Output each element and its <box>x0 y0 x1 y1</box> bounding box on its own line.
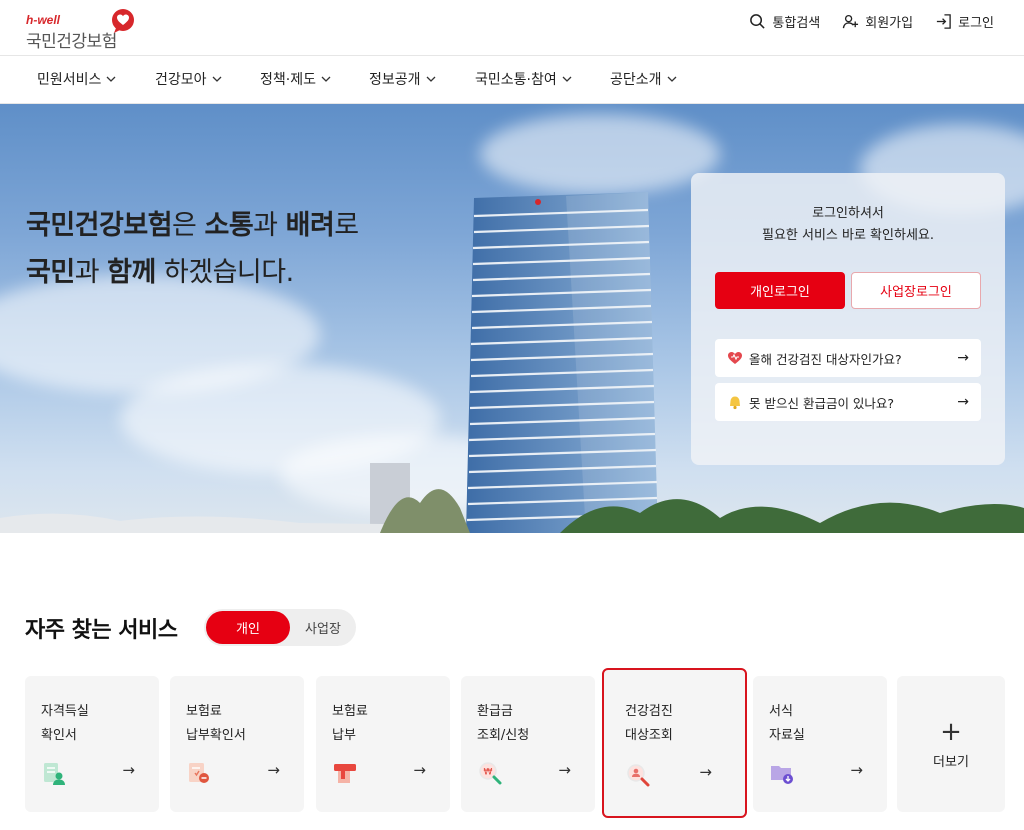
heart-logo-icon <box>112 9 134 33</box>
personal-login-button[interactable]: 개인로그인 <box>715 272 845 309</box>
nav-label: 정보공개 <box>369 72 421 88</box>
service-type-toggle: 개인 사업장 <box>204 609 356 646</box>
nav-item-about[interactable]: 공단소개 <box>610 69 677 89</box>
signup-label: 회원가입 <box>865 16 914 31</box>
unified-search-link[interactable]: 통합검색 <box>749 12 820 31</box>
nav-item-health-moa[interactable]: 건강모아 <box>155 69 222 89</box>
chevron-down-icon <box>106 76 116 82</box>
bell-icon <box>730 396 740 410</box>
frequent-services-title: 자주 찾는 서비스 <box>25 618 178 643</box>
nav-label: 공단소개 <box>610 72 662 88</box>
chevron-down-icon <box>667 76 676 82</box>
service-card-qualification-certificate[interactable]: 자격득실 확인서 → <box>25 676 159 812</box>
nav-label: 민원서비스 <box>37 72 102 88</box>
arrow-right-icon: → <box>699 763 712 781</box>
receipt-icon <box>189 763 209 783</box>
hero-text: 로 <box>334 210 359 241</box>
login-message: 로그인하셔서 필요한 서비스 바로 확인하세요. <box>691 203 1005 247</box>
search-icon <box>750 14 766 29</box>
arrow-right-icon: → <box>122 761 135 779</box>
hero-text-bold: 함께 <box>107 257 156 288</box>
service-card-premium-payment[interactable]: 보험료 납부 → <box>316 676 450 812</box>
service-card-label: 보험료 납부확인서 <box>186 704 246 743</box>
user-add-icon <box>843 14 859 29</box>
hero-text-bold: 소통 <box>204 210 254 241</box>
service-card-refund-inquiry[interactable]: 환급금 조회/신청 ₩ → <box>461 676 595 812</box>
hero-text: 은 <box>172 210 205 241</box>
chevron-down-icon <box>212 76 221 82</box>
service-card-forms-library[interactable]: 서식 자료실 → <box>753 676 887 812</box>
chevron-down-icon <box>426 76 435 82</box>
hero-headline: 국민건강보험은 소통과 배려로 국민과 함께 하겠습니다. <box>26 202 359 296</box>
tab-personal[interactable]: 개인 <box>206 611 290 644</box>
arrow-right-icon: → <box>267 761 280 779</box>
main-nav: 민원서비스 건강모아 정책·제도 정보공개 국민소통·참여 공단소개 <box>0 55 1024 104</box>
login-link[interactable]: 로그인 <box>935 12 994 31</box>
service-card-checkup-inquiry[interactable]: 건강검진 대상조회 → <box>602 668 747 818</box>
trees-foreground <box>0 463 1024 533</box>
checkup-eligibility-label: 올해 건강검진 대상자인가요? <box>749 351 902 367</box>
cloud <box>480 114 720 194</box>
chevron-down-icon <box>321 76 331 82</box>
heart-icon <box>728 352 742 364</box>
logo-en: h-well <box>26 13 61 27</box>
nav-item-civil-service[interactable]: 민원서비스 <box>37 69 116 89</box>
checkup-search-icon <box>627 764 650 787</box>
hero-text-bold: 국민건강보험 <box>26 210 173 241</box>
hero-banner: 국민건강보험은 소통과 배려로 국민과 함께 하겠습니다. 로그인하셔서 필요한… <box>0 104 1024 533</box>
certificate-icon <box>44 763 65 785</box>
nav-item-disclosure[interactable]: 정보공개 <box>369 69 436 89</box>
nav-label: 정책·제도 <box>260 72 316 88</box>
nav-item-participation[interactable]: 국민소통·참여 <box>475 69 572 89</box>
arrow-right-icon: → <box>558 761 571 779</box>
login-message-line1: 로그인하셔서 <box>812 206 884 221</box>
chevron-down-icon <box>562 76 572 82</box>
refund-search-icon: ₩ <box>479 762 502 785</box>
service-card-label: 서식 자료실 <box>769 704 805 743</box>
plus-icon: + <box>940 716 962 747</box>
service-card-label: 건강검진 대상조회 <box>625 704 673 743</box>
logo[interactable]: h-well 국민건강보험 <box>26 8 146 52</box>
hero-text: 하겠습니다. <box>155 257 294 288</box>
tab-business[interactable]: 사업장 <box>292 611 354 644</box>
unified-search-label: 통합검색 <box>772 16 821 31</box>
nav-item-policy[interactable]: 정책·제도 <box>260 69 331 89</box>
payment-icon <box>334 764 356 783</box>
arrow-right-icon: → <box>850 761 863 779</box>
header: h-well 국민건강보험 통합검색 회원가입 로그인 <box>0 0 1024 55</box>
utility-menu: 통합검색 회원가입 로그인 <box>749 12 994 31</box>
arrow-right-icon: → <box>957 350 969 366</box>
nav-label: 건강모아 <box>155 72 207 88</box>
nav-label: 국민소통·참여 <box>475 72 557 88</box>
service-card-label: 보험료 납부 <box>332 704 368 743</box>
checkup-eligibility-link[interactable]: 올해 건강검진 대상자인가요? → <box>715 339 981 377</box>
service-card-payment-certificate[interactable]: 보험료 납부확인서 → <box>170 676 304 812</box>
arrow-right-icon: → <box>413 761 426 779</box>
service-card-label: 환급금 조회/신청 <box>477 704 530 743</box>
hero-text: 과 <box>253 210 286 241</box>
hero-text-bold: 배려 <box>285 210 335 241</box>
login-panel: 로그인하셔서 필요한 서비스 바로 확인하세요. 개인로그인 사업장로그인 올해… <box>691 173 1005 465</box>
logo-ko: 국민건강보험 <box>26 32 117 52</box>
signup-link[interactable]: 회원가입 <box>842 12 913 31</box>
unclaimed-refund-label: 못 받으신 환급금이 있나요? <box>749 395 895 411</box>
more-label: 더보기 <box>933 754 969 770</box>
svg-text:₩: ₩ <box>484 768 493 778</box>
service-more-button[interactable]: + 더보기 <box>897 676 1005 812</box>
hero-text: 과 <box>74 257 108 288</box>
login-icon <box>936 14 951 29</box>
unclaimed-refund-link[interactable]: 못 받으신 환급금이 있나요? → <box>715 383 981 421</box>
login-message-line2: 필요한 서비스 바로 확인하세요. <box>761 228 934 243</box>
hero-text-bold: 국민 <box>26 257 75 288</box>
login-label: 로그인 <box>958 16 994 31</box>
business-login-button[interactable]: 사업장로그인 <box>851 272 981 309</box>
arrow-right-icon: → <box>957 394 969 410</box>
service-card-label: 자격득실 확인서 <box>41 704 89 743</box>
folder-icon <box>771 766 793 784</box>
